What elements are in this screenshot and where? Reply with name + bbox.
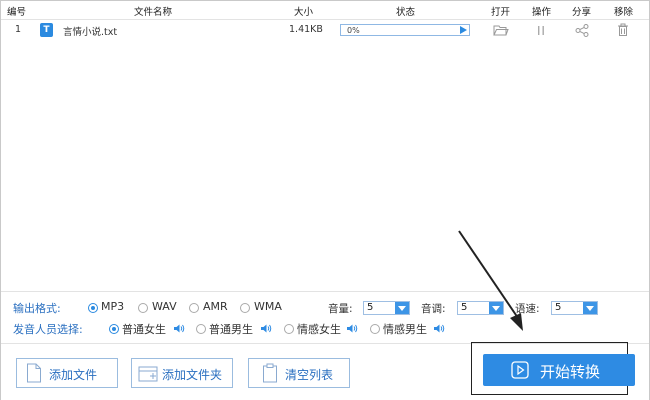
row-index: 1: [15, 24, 22, 35]
format-label-amr[interactable]: AMR: [203, 300, 228, 313]
voice-label-male-normal[interactable]: 普通男生: [209, 321, 253, 337]
pitch-label: 音调:: [421, 303, 446, 315]
output-format-label: 输出格式:: [13, 302, 61, 315]
play-circle-icon: [511, 361, 529, 379]
format-label-wma[interactable]: WMA: [254, 300, 282, 313]
add-file-button[interactable]: 添加文件: [16, 358, 118, 388]
add-file-icon: [27, 363, 41, 383]
voice-label-male-emotional[interactable]: 情感男生: [383, 321, 427, 337]
voice-label-female-emotional[interactable]: 情感女生: [297, 321, 341, 337]
start-convert-button[interactable]: 开始转换: [483, 354, 635, 386]
voice-select-label: 发音人员选择:: [13, 323, 83, 336]
volume-value: 5: [367, 302, 374, 313]
col-index-header: 编号: [7, 7, 27, 18]
chevron-down-icon[interactable]: [583, 302, 597, 314]
speed-select[interactable]: 5: [551, 301, 598, 315]
file-list-header: 编号 文件名称 大小 状态 打开 操作 分享 移除: [1, 1, 649, 20]
clear-list-label: 清空列表: [285, 368, 334, 382]
speaker-icon[interactable]: [174, 324, 185, 333]
clear-list-button[interactable]: 清空列表: [248, 358, 350, 388]
speaker-icon[interactable]: [434, 324, 445, 333]
options-panel: 输出格式: MP3 WAV AMR WMA 音量: 5 音调: 5 语速: 5 …: [1, 291, 649, 342]
voice-radio-female-emotional[interactable]: [284, 324, 294, 334]
folder-open-icon[interactable]: [493, 24, 509, 36]
format-radio-wma[interactable]: [240, 303, 250, 313]
col-open-header: 打开: [491, 7, 511, 18]
speaker-icon[interactable]: [347, 324, 358, 333]
speed-label: 语速:: [515, 303, 540, 315]
clipboard-icon: [263, 363, 277, 383]
share-icon[interactable]: [575, 24, 589, 37]
voice-radio-male-normal[interactable]: [196, 324, 206, 334]
volume-select[interactable]: 5: [363, 301, 410, 315]
pause-icon[interactable]: [536, 25, 546, 36]
add-file-label: 添加文件: [49, 368, 98, 382]
voice-radio-male-emotional[interactable]: [370, 324, 380, 334]
file-name: 言情小说.txt: [63, 27, 118, 38]
file-row[interactable]: 1 T 言情小说.txt 1.41KB 0%: [1, 20, 649, 42]
add-folder-label: 添加文件夹: [162, 368, 223, 382]
chevron-down-icon[interactable]: [489, 302, 503, 314]
add-folder-icon: [138, 366, 158, 382]
col-share-header: 分享: [572, 7, 592, 18]
col-remove-header: 移除: [614, 7, 634, 18]
speaker-icon[interactable]: [261, 324, 272, 333]
progress-bar: 0%: [340, 24, 470, 36]
format-radio-wav[interactable]: [138, 303, 148, 313]
col-status-header: 状态: [396, 7, 416, 18]
voice-radio-female-normal[interactable]: [109, 324, 119, 334]
add-folder-button[interactable]: 添加文件夹: [131, 358, 233, 388]
col-name-header: 文件名称: [134, 7, 173, 18]
chevron-down-icon[interactable]: [395, 302, 409, 314]
voice-label-female-normal[interactable]: 普通女生: [122, 321, 166, 337]
format-label-wav[interactable]: WAV: [152, 300, 177, 313]
trash-icon[interactable]: [617, 23, 629, 37]
app-window: 编号 文件名称 大小 状态 打开 操作 分享 移除 1 T 言情小说.txt 1…: [0, 0, 650, 400]
file-size: 1.41KB: [289, 24, 323, 35]
format-radio-mp3[interactable]: [88, 303, 98, 313]
pitch-select[interactable]: 5: [457, 301, 504, 315]
text-file-icon: T: [40, 23, 53, 37]
col-action-header: 操作: [532, 7, 552, 18]
start-convert-label: 开始转换: [540, 363, 601, 381]
speed-value: 5: [555, 302, 562, 313]
progress-percent: 0%: [347, 26, 360, 35]
col-size-header: 大小: [294, 7, 314, 18]
play-icon[interactable]: [460, 26, 467, 34]
volume-label: 音量:: [328, 303, 353, 315]
format-label-mp3[interactable]: MP3: [101, 300, 124, 313]
pitch-value: 5: [461, 302, 468, 313]
format-radio-amr[interactable]: [189, 303, 199, 313]
